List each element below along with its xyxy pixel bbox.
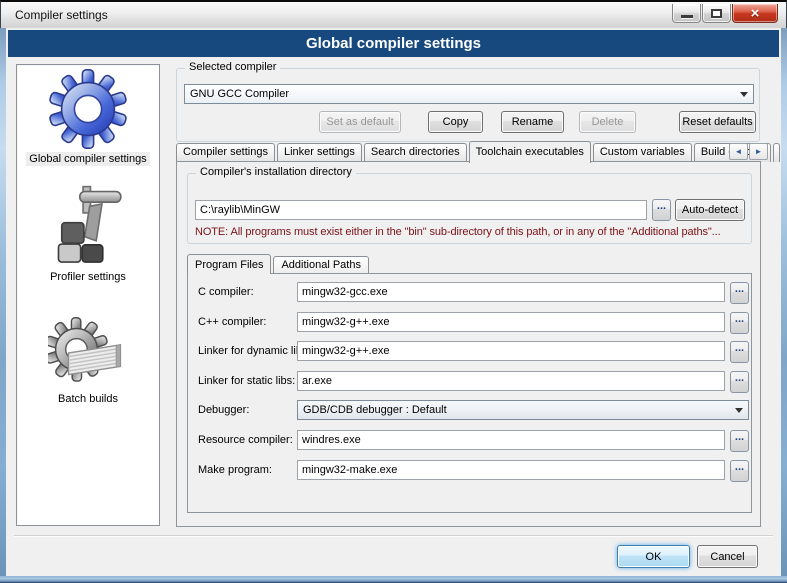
browse-make-program-button[interactable]: ... (730, 460, 749, 482)
field-label: Linker for static libs: (198, 375, 295, 387)
close-icon: × (751, 5, 760, 22)
window-border-right (781, 28, 787, 576)
tab-scroll-left-button[interactable]: ◄ (729, 143, 748, 160)
field-label: Debugger: (198, 404, 249, 416)
auto-detect-button[interactable]: Auto-detect (675, 199, 745, 221)
linker-dynamic-input[interactable] (297, 341, 725, 361)
field-label: C++ compiler: (198, 316, 266, 328)
resource-compiler-input[interactable] (297, 430, 725, 450)
programs-subtab-strip: Program Files Additional Paths (187, 253, 371, 273)
debugger-select-value: GDB/CDB debugger : Default (303, 404, 447, 416)
tab-toolchain-executables[interactable]: Toolchain executables (469, 141, 591, 163)
toolchain-row: C++ compiler: ... (188, 312, 751, 334)
selected-compiler-group: Selected compiler GNU GCC Compiler Set a… (176, 68, 760, 142)
footer-divider (14, 535, 773, 537)
cancel-button[interactable]: Cancel (697, 545, 758, 568)
toolchain-row: C compiler: ... (188, 282, 751, 304)
tab-linker-settings[interactable]: Linker settings (277, 143, 362, 162)
browse-cpp-compiler-button[interactable]: ... (730, 312, 749, 334)
compiler-settings-dialog: Compiler settings × Global compiler sett… (0, 0, 787, 583)
program-files-panel: C compiler: ... C++ compiler: ... Linker… (187, 273, 752, 513)
installation-directory-group-label: Compiler's installation directory (196, 166, 356, 178)
toolchain-row: Linker for static libs: ... (188, 371, 751, 393)
chevron-down-icon (735, 408, 743, 413)
compiler-select-value: GNU GCC Compiler (190, 88, 289, 100)
tab-custom-variables[interactable]: Custom variables (593, 143, 692, 162)
sidebar-item-global-compiler-settings[interactable]: Global compiler settings (17, 69, 159, 167)
minimize-button[interactable] (672, 4, 701, 23)
profiler-caliper-icon (46, 185, 130, 267)
field-label: Linker for dynamic libs: (198, 345, 311, 357)
reset-defaults-button[interactable]: Reset defaults (679, 111, 756, 133)
field-label: Make program: (198, 464, 272, 476)
toolchain-row: Resource compiler: ... (188, 430, 751, 452)
field-label: C compiler: (198, 286, 254, 298)
sidebar-item-label: Global compiler settings (26, 152, 149, 166)
sidebar-item-batch-builds[interactable]: Batch builds (17, 317, 159, 407)
tab-compiler-settings[interactable]: Compiler settings (176, 143, 275, 162)
restore-icon (711, 9, 722, 18)
debugger-select[interactable]: GDB/CDB debugger : Default (297, 400, 749, 420)
restore-button[interactable] (702, 4, 731, 23)
browse-directory-button[interactable]: ... (652, 199, 671, 221)
copy-button[interactable]: Copy (428, 111, 483, 133)
sidebar-item-label: Batch builds (55, 392, 121, 406)
subtab-program-files[interactable]: Program Files (187, 254, 271, 274)
page-title: Global compiler settings (8, 30, 779, 57)
close-button[interactable]: × (732, 4, 778, 23)
settings-category-list: Global compiler settings Profi (16, 64, 160, 526)
browse-c-compiler-button[interactable]: ... (730, 282, 749, 304)
tab-scroll-right-button[interactable]: ► (749, 143, 768, 160)
minimize-icon (681, 15, 693, 18)
sidebar-item-profiler-settings[interactable]: Profiler settings (17, 185, 159, 285)
c-compiler-input[interactable] (297, 282, 725, 302)
window-border-bottom (0, 576, 787, 583)
field-label: Resource compiler: (198, 434, 293, 446)
browse-resource-compiler-button[interactable]: ... (730, 430, 749, 452)
make-program-input[interactable] (297, 460, 725, 480)
browse-linker-dynamic-button[interactable]: ... (730, 341, 749, 363)
window-title: Compiler settings (15, 8, 108, 22)
browse-linker-static-button[interactable]: ... (730, 371, 749, 393)
ok-button[interactable]: OK (617, 545, 690, 568)
installation-directory-input[interactable] (195, 200, 647, 220)
window-controls: × (672, 4, 778, 23)
delete-button[interactable]: Delete (579, 111, 636, 133)
installation-note: NOTE: All programs must exist either in … (195, 226, 721, 238)
settings-tab-strip: Compiler settings Linker settings Search… (176, 140, 782, 162)
toolchain-row: Debugger: GDB/CDB debugger : Default (188, 400, 751, 422)
title-bar[interactable]: Compiler settings × (0, 0, 787, 28)
chevron-down-icon (740, 92, 748, 97)
global-compiler-gear-icon (47, 69, 129, 149)
linker-static-input[interactable] (297, 371, 725, 391)
subtab-additional-paths[interactable]: Additional Paths (273, 256, 369, 273)
arrow-left-icon: ◄ (735, 147, 743, 156)
tab-partial[interactable] (773, 143, 780, 162)
selected-compiler-group-label: Selected compiler (185, 61, 280, 73)
batch-builds-gear-icon (48, 317, 128, 389)
dialog-client-area: Global compiler settings (6, 28, 781, 576)
set-as-default-button[interactable]: Set as default (319, 111, 401, 133)
toolchain-row: Linker for dynamic libs: ... (188, 341, 751, 363)
sidebar-item-label: Profiler settings (47, 270, 129, 284)
toolchain-executables-panel: Compiler's installation directory ... Au… (176, 161, 761, 527)
rename-button[interactable]: Rename (501, 111, 564, 133)
cpp-compiler-input[interactable] (297, 312, 725, 332)
arrow-right-icon: ► (755, 147, 763, 156)
toolchain-row: Make program: ... (188, 460, 751, 482)
installation-directory-group: Compiler's installation directory ... Au… (187, 173, 752, 244)
compiler-select[interactable]: GNU GCC Compiler (184, 84, 754, 104)
tab-search-directories[interactable]: Search directories (364, 143, 467, 162)
